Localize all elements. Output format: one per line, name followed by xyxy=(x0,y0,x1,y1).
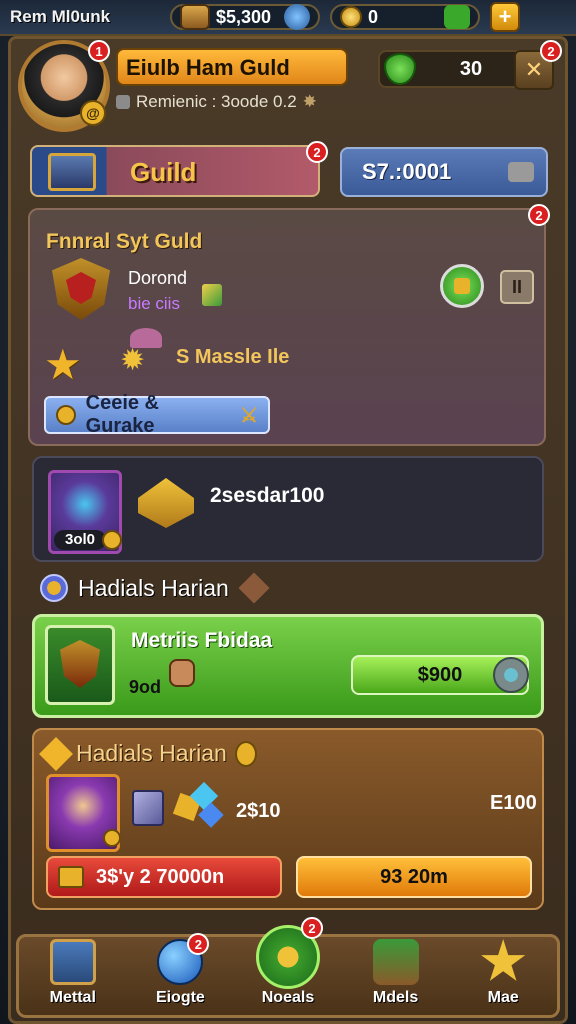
guild-member-name: Dorond xyxy=(128,268,188,288)
status-line: Remienic : 3oode 0.2 ✸ xyxy=(116,92,317,112)
loot-icon: ✹ xyxy=(120,328,164,376)
nav-item-center[interactable]: Noeals 2 xyxy=(243,917,333,1007)
coin-value: 0 xyxy=(368,6,379,27)
nav-item-metal[interactable]: Mettal xyxy=(28,939,118,1007)
map-icon xyxy=(49,939,96,985)
event-red-button[interactable]: 3$'y 2 70000n xyxy=(46,856,282,898)
gold-bar-icon xyxy=(58,866,84,888)
guild-member-sub: bie ciis xyxy=(128,294,180,313)
add-currency-button[interactable]: + xyxy=(490,2,520,32)
event-panel: Hadials Harian 2$10 E100 3$'y 2 70000n 9… xyxy=(32,728,544,910)
event-value: 2$10 xyxy=(236,800,281,822)
guild-chest-icon xyxy=(48,153,96,191)
green-shield-icon xyxy=(384,53,416,85)
nav-label: Eiogte xyxy=(155,989,205,1006)
claim-button[interactable] xyxy=(440,264,484,308)
nav-label: Mae xyxy=(487,989,519,1006)
avatar-level-icon: @ xyxy=(80,100,106,126)
nav-label: Noeals xyxy=(261,989,315,1006)
create-guild-button[interactable]: Ceeie & Gurake ⚔ xyxy=(44,392,270,437)
nav-item-models[interactable]: Mdels xyxy=(351,939,441,1007)
models-icon xyxy=(372,939,419,985)
status-text: Remienic : 3oode 0.2 xyxy=(136,92,297,111)
coin-icon xyxy=(56,405,76,425)
quest-sub: 9od xyxy=(129,677,162,697)
pause-button[interactable]: II xyxy=(500,270,534,304)
event-red-label: 3$'y 2 70000n xyxy=(96,865,225,888)
star-icon xyxy=(481,939,526,981)
hammer-icon: ✕ xyxy=(524,57,544,82)
section-heading: Hadials Harian xyxy=(40,572,270,604)
hammer-notification-badge: 2 xyxy=(540,40,562,62)
shield-icon xyxy=(40,574,68,602)
guild-tab-row: Guild 2 S7.:0001 xyxy=(30,141,550,200)
top-status-bar: Rem Ml0unk $5,300 0 + xyxy=(0,0,576,36)
ore-icon xyxy=(508,162,534,182)
create-guild-label: Ceeie & Gurake xyxy=(85,392,159,437)
gold-chest-icon xyxy=(180,4,210,30)
star-icon: ★ xyxy=(44,341,82,388)
shield-counter[interactable]: 30 xyxy=(378,50,528,88)
event-orange-button[interactable]: 93 20m xyxy=(296,856,532,898)
nav-badge: 2 xyxy=(300,917,323,939)
app-title: Rem Ml0unk xyxy=(10,7,111,26)
coin-counter[interactable]: 0 xyxy=(330,4,480,30)
section-label: Hadials Harian xyxy=(78,574,229,601)
gems-icon xyxy=(172,781,224,828)
badge-icon xyxy=(238,572,270,604)
tab-guild-label: Guild xyxy=(130,157,197,187)
currency-tab[interactable]: S7.:0001 xyxy=(340,147,548,197)
reward-text: S Massle Ile xyxy=(176,346,290,368)
coin-icon xyxy=(234,740,257,767)
blue-gem-icon xyxy=(284,4,310,30)
coin-icon xyxy=(340,6,362,28)
sparkle-icon: ✸ xyxy=(302,92,317,111)
profile-header: @ 1 Eiulb Ham Guld Remienic : 3oode 0.2 … xyxy=(18,40,562,132)
avatar-notification-badge: 1 xyxy=(88,40,110,62)
stone-icon xyxy=(116,95,130,109)
green-gem-icon xyxy=(444,5,470,29)
nav-badge: 2 xyxy=(187,933,210,955)
guild-tab-badge: 2 xyxy=(306,141,328,163)
gold-value: $5,300 xyxy=(216,6,272,27)
cube-icon xyxy=(202,284,222,306)
hero-reward-panel[interactable]: 3ol0 2sesdar100 xyxy=(32,456,544,562)
shield-value: 30 xyxy=(459,57,483,80)
sword-icon: ⚔ xyxy=(240,404,258,427)
coin-icon xyxy=(102,530,122,550)
event-label: Hadials Harian xyxy=(76,740,227,766)
reward-amount: 2sesdar100 xyxy=(210,484,325,507)
tab-guild[interactable]: Guild xyxy=(30,145,320,197)
hero-count: 3ol0 xyxy=(54,530,106,550)
quest-title: Metriis Fbidaa xyxy=(131,629,273,652)
fist-icon xyxy=(169,659,195,687)
quest-card xyxy=(45,625,115,705)
event-right-value: E100 xyxy=(490,792,537,814)
gold-gem-icon xyxy=(39,736,73,771)
guild-name-banner[interactable]: Eiulb Ham Guld xyxy=(116,48,348,86)
mystery-box-icon xyxy=(132,790,164,826)
guild-info-panel: Fnnral Syt Guld 2 Dorond bie ciis ★ ✹ S … xyxy=(28,204,550,446)
nav-item-more[interactable]: Mae xyxy=(458,939,548,1007)
gold-chest-icon xyxy=(138,478,194,528)
event-heading: Hadials Harian xyxy=(39,736,257,771)
panel-notification-badge: 2 xyxy=(528,204,550,226)
currency-value: S7.:0001 xyxy=(362,159,452,184)
nav-label: Mettal xyxy=(49,989,96,1006)
hero-portrait xyxy=(46,774,121,852)
gear-icon[interactable] xyxy=(493,657,529,693)
quest-panel: Metriis Fbidaa 9od $900 xyxy=(32,614,544,718)
gold-counter[interactable]: $5,300 xyxy=(170,4,320,30)
panel-title: Fnnral Syt Guld xyxy=(46,230,203,253)
nav-label: Mdels xyxy=(372,989,419,1006)
nav-item-globe[interactable]: Eiogte 2 xyxy=(135,933,225,1007)
bottom-nav: Mettal Eiogte 2 Noeals 2 Mdels Mae xyxy=(16,917,560,1018)
